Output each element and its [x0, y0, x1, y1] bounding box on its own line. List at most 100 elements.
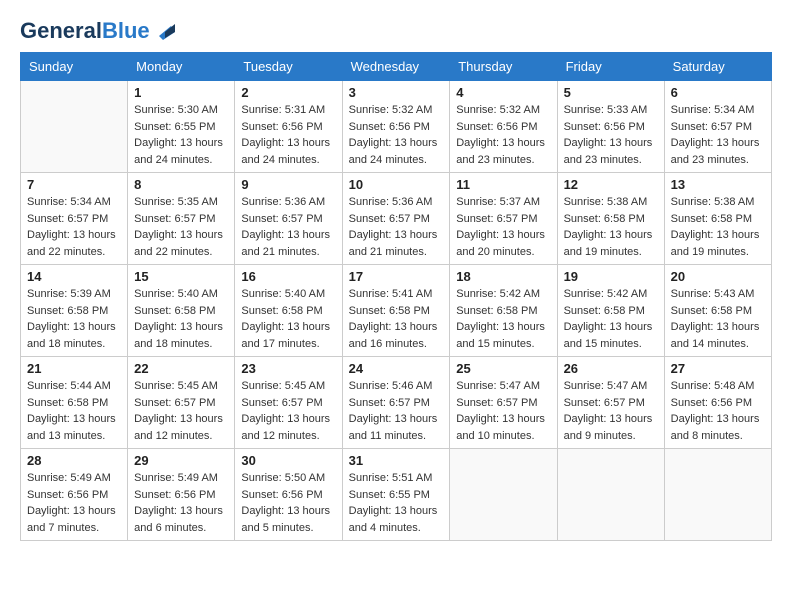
day-info: Sunrise: 5:32 AM Sunset: 6:56 PM Dayligh…	[456, 102, 550, 168]
calendar-day-cell: 29 Sunrise: 5:49 AM Sunset: 6:56 PM Dayli…	[128, 449, 235, 541]
day-number: 11	[456, 177, 550, 192]
logo: GeneralBlue	[20, 20, 175, 42]
day-of-week-header: Thursday	[450, 53, 557, 81]
day-of-week-header: Friday	[557, 53, 664, 81]
day-number: 24	[349, 361, 444, 376]
calendar-week-row: 21 Sunrise: 5:44 AM Sunset: 6:58 PM Dayli…	[21, 357, 772, 449]
day-info: Sunrise: 5:40 AM Sunset: 6:58 PM Dayligh…	[134, 286, 228, 352]
day-info: Sunrise: 5:36 AM Sunset: 6:57 PM Dayligh…	[241, 194, 335, 260]
day-of-week-header: Wednesday	[342, 53, 450, 81]
day-number: 31	[349, 453, 444, 468]
day-info: Sunrise: 5:48 AM Sunset: 6:56 PM Dayligh…	[671, 378, 765, 444]
day-info: Sunrise: 5:39 AM Sunset: 6:58 PM Dayligh…	[27, 286, 121, 352]
day-number: 9	[241, 177, 335, 192]
day-info: Sunrise: 5:44 AM Sunset: 6:58 PM Dayligh…	[27, 378, 121, 444]
day-info: Sunrise: 5:51 AM Sunset: 6:55 PM Dayligh…	[349, 470, 444, 536]
calendar-day-cell: 14 Sunrise: 5:39 AM Sunset: 6:58 PM Dayli…	[21, 265, 128, 357]
day-of-week-header: Sunday	[21, 53, 128, 81]
day-info: Sunrise: 5:46 AM Sunset: 6:57 PM Dayligh…	[349, 378, 444, 444]
day-number: 3	[349, 85, 444, 100]
day-number: 22	[134, 361, 228, 376]
calendar-day-cell: 9 Sunrise: 5:36 AM Sunset: 6:57 PM Daylig…	[235, 173, 342, 265]
logo-general: General	[20, 18, 102, 43]
calendar-day-cell: 18Sunrise: 5:42 AM Sunset: 6:58 PM Dayli…	[450, 265, 557, 357]
calendar-day-cell: 25 Sunrise: 5:47 AM Sunset: 6:57 PM Dayli…	[450, 357, 557, 449]
day-number: 20	[671, 269, 765, 284]
logo-icon	[153, 18, 175, 40]
calendar-day-cell: 17 Sunrise: 5:41 AM Sunset: 6:58 PM Dayli…	[342, 265, 450, 357]
calendar-day-cell: 26 Sunrise: 5:47 AM Sunset: 6:57 PM Dayli…	[557, 357, 664, 449]
day-info: Sunrise: 5:31 AM Sunset: 6:56 PM Dayligh…	[241, 102, 335, 168]
calendar-week-row: 14 Sunrise: 5:39 AM Sunset: 6:58 PM Dayli…	[21, 265, 772, 357]
calendar-day-cell: 12Sunrise: 5:38 AM Sunset: 6:58 PM Dayli…	[557, 173, 664, 265]
day-info: Sunrise: 5:32 AM Sunset: 6:56 PM Dayligh…	[349, 102, 444, 168]
calendar-week-row: 1 Sunrise: 5:30 AM Sunset: 6:55 PM Daylig…	[21, 81, 772, 173]
day-number: 14	[27, 269, 121, 284]
day-of-week-header: Tuesday	[235, 53, 342, 81]
calendar-week-row: 28Sunrise: 5:49 AM Sunset: 6:56 PM Dayli…	[21, 449, 772, 541]
calendar-day-cell: 10Sunrise: 5:36 AM Sunset: 6:57 PM Dayli…	[342, 173, 450, 265]
day-info: Sunrise: 5:49 AM Sunset: 6:56 PM Dayligh…	[134, 470, 228, 536]
calendar-day-cell: 11 Sunrise: 5:37 AM Sunset: 6:57 PM Dayli…	[450, 173, 557, 265]
day-number: 27	[671, 361, 765, 376]
day-number: 16	[241, 269, 335, 284]
day-number: 8	[134, 177, 228, 192]
day-info: Sunrise: 5:50 AM Sunset: 6:56 PM Dayligh…	[241, 470, 335, 536]
day-number: 29	[134, 453, 228, 468]
day-number: 25	[456, 361, 550, 376]
day-info: Sunrise: 5:45 AM Sunset: 6:57 PM Dayligh…	[134, 378, 228, 444]
day-info: Sunrise: 5:43 AM Sunset: 6:58 PM Dayligh…	[671, 286, 765, 352]
calendar-day-cell: 8 Sunrise: 5:35 AM Sunset: 6:57 PM Daylig…	[128, 173, 235, 265]
day-info: Sunrise: 5:30 AM Sunset: 6:55 PM Dayligh…	[134, 102, 228, 168]
day-number: 19	[564, 269, 658, 284]
calendar-day-cell: 24 Sunrise: 5:46 AM Sunset: 6:57 PM Dayli…	[342, 357, 450, 449]
calendar-day-cell: 5Sunrise: 5:33 AM Sunset: 6:56 PM Daylig…	[557, 81, 664, 173]
calendar-day-cell: 4 Sunrise: 5:32 AM Sunset: 6:56 PM Daylig…	[450, 81, 557, 173]
day-info: Sunrise: 5:45 AM Sunset: 6:57 PM Dayligh…	[241, 378, 335, 444]
day-of-week-header: Monday	[128, 53, 235, 81]
logo-blue: Blue	[102, 18, 150, 43]
day-info: Sunrise: 5:35 AM Sunset: 6:57 PM Dayligh…	[134, 194, 228, 260]
day-info: Sunrise: 5:36 AM Sunset: 6:57 PM Dayligh…	[349, 194, 444, 260]
header-row: SundayMondayTuesdayWednesdayThursdayFrid…	[21, 53, 772, 81]
day-info: Sunrise: 5:38 AM Sunset: 6:58 PM Dayligh…	[564, 194, 658, 260]
calendar-day-cell: 30 Sunrise: 5:50 AM Sunset: 6:56 PM Dayli…	[235, 449, 342, 541]
day-number: 30	[241, 453, 335, 468]
calendar-day-cell	[21, 81, 128, 173]
calendar-day-cell: 31 Sunrise: 5:51 AM Sunset: 6:55 PM Dayli…	[342, 449, 450, 541]
day-info: Sunrise: 5:42 AM Sunset: 6:58 PM Dayligh…	[564, 286, 658, 352]
calendar-week-row: 7Sunrise: 5:34 AM Sunset: 6:57 PM Daylig…	[21, 173, 772, 265]
calendar-day-cell: 1 Sunrise: 5:30 AM Sunset: 6:55 PM Daylig…	[128, 81, 235, 173]
day-info: Sunrise: 5:49 AM Sunset: 6:56 PM Dayligh…	[27, 470, 121, 536]
day-number: 23	[241, 361, 335, 376]
calendar-day-cell: 15 Sunrise: 5:40 AM Sunset: 6:58 PM Dayli…	[128, 265, 235, 357]
day-number: 26	[564, 361, 658, 376]
day-number: 6	[671, 85, 765, 100]
day-number: 13	[671, 177, 765, 192]
day-info: Sunrise: 5:42 AM Sunset: 6:58 PM Dayligh…	[456, 286, 550, 352]
day-number: 17	[349, 269, 444, 284]
calendar-day-cell: 13 Sunrise: 5:38 AM Sunset: 6:58 PM Dayli…	[664, 173, 771, 265]
day-info: Sunrise: 5:47 AM Sunset: 6:57 PM Dayligh…	[564, 378, 658, 444]
day-info: Sunrise: 5:40 AM Sunset: 6:58 PM Dayligh…	[241, 286, 335, 352]
day-number: 4	[456, 85, 550, 100]
day-number: 1	[134, 85, 228, 100]
calendar-day-cell: 22 Sunrise: 5:45 AM Sunset: 6:57 PM Dayli…	[128, 357, 235, 449]
calendar-day-cell: 2Sunrise: 5:31 AM Sunset: 6:56 PM Daylig…	[235, 81, 342, 173]
calendar-day-cell: 6Sunrise: 5:34 AM Sunset: 6:57 PM Daylig…	[664, 81, 771, 173]
calendar-day-cell: 21 Sunrise: 5:44 AM Sunset: 6:58 PM Dayli…	[21, 357, 128, 449]
day-of-week-header: Saturday	[664, 53, 771, 81]
calendar-day-cell	[557, 449, 664, 541]
calendar-day-cell: 27 Sunrise: 5:48 AM Sunset: 6:56 PM Dayli…	[664, 357, 771, 449]
calendar-day-cell: 7Sunrise: 5:34 AM Sunset: 6:57 PM Daylig…	[21, 173, 128, 265]
calendar-day-cell: 19 Sunrise: 5:42 AM Sunset: 6:58 PM Dayli…	[557, 265, 664, 357]
day-number: 15	[134, 269, 228, 284]
day-info: Sunrise: 5:37 AM Sunset: 6:57 PM Dayligh…	[456, 194, 550, 260]
day-info: Sunrise: 5:38 AM Sunset: 6:58 PM Dayligh…	[671, 194, 765, 260]
calendar-day-cell: 3 Sunrise: 5:32 AM Sunset: 6:56 PM Daylig…	[342, 81, 450, 173]
day-number: 7	[27, 177, 121, 192]
day-number: 21	[27, 361, 121, 376]
day-info: Sunrise: 5:47 AM Sunset: 6:57 PM Dayligh…	[456, 378, 550, 444]
day-info: Sunrise: 5:41 AM Sunset: 6:58 PM Dayligh…	[349, 286, 444, 352]
calendar-day-cell: 20 Sunrise: 5:43 AM Sunset: 6:58 PM Dayli…	[664, 265, 771, 357]
